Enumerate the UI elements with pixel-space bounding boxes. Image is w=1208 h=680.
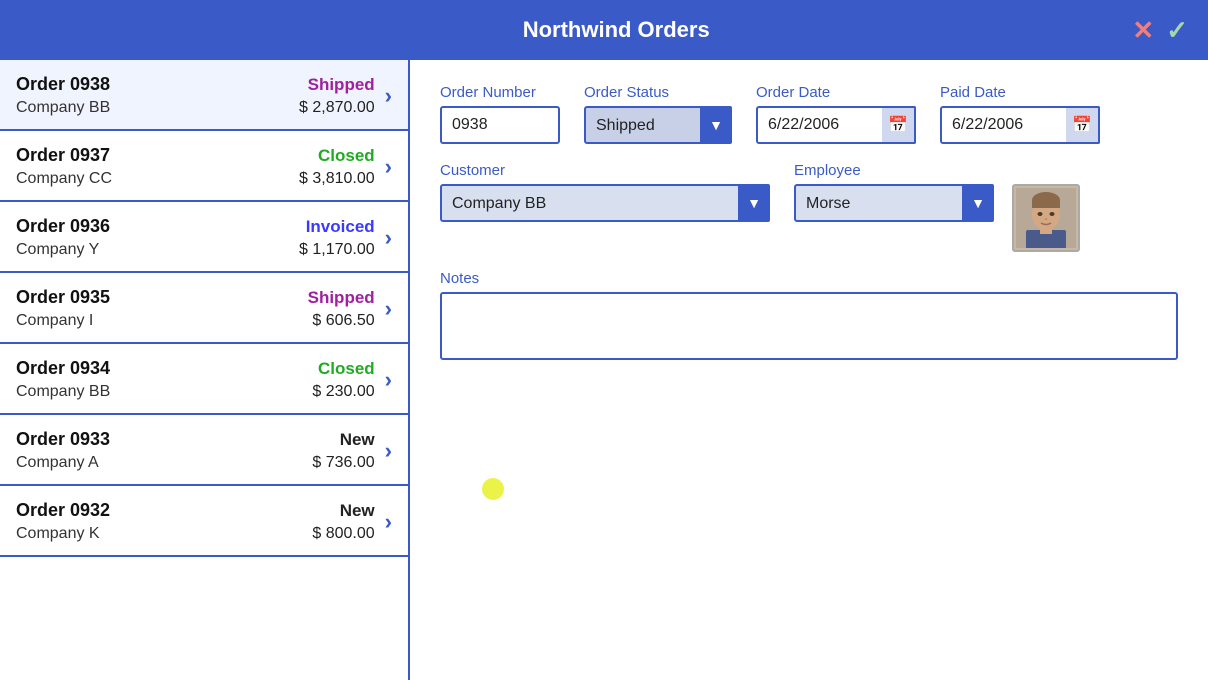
order-item-amount: $ 230.00 bbox=[312, 383, 374, 401]
order-list-item[interactable]: Order 0933 New Company A $ 736.00 › bbox=[0, 415, 408, 486]
order-list-item[interactable]: Order 0937 Closed Company CC $ 3,810.00 … bbox=[0, 131, 408, 202]
title-bar: Northwind Orders ✕ ✓ bbox=[0, 0, 1208, 60]
order-item-status: New bbox=[340, 430, 375, 450]
order-item-company: Company CC bbox=[16, 170, 112, 188]
order-item-amount: $ 606.50 bbox=[312, 312, 374, 330]
order-list: Order 0938 Shipped Company BB $ 2,870.00… bbox=[0, 60, 410, 680]
detail-panel: Order Number Order Status NewInvoicedShi… bbox=[410, 60, 1208, 680]
order-chevron-icon: › bbox=[385, 509, 392, 535]
order-item-info: Order 0936 Invoiced Company Y $ 1,170.00 bbox=[16, 216, 375, 259]
order-item-id: Order 0938 bbox=[16, 74, 110, 95]
customer-label: Customer bbox=[440, 162, 770, 179]
order-chevron-icon: › bbox=[385, 83, 392, 109]
detail-body bbox=[440, 378, 1178, 660]
order-item-status: Invoiced bbox=[306, 217, 375, 237]
order-date-label: Order Date bbox=[756, 84, 916, 101]
order-item-company: Company I bbox=[16, 312, 93, 330]
order-item-status: Closed bbox=[318, 359, 375, 379]
order-item-id: Order 0932 bbox=[16, 500, 110, 521]
order-item-company: Company BB bbox=[16, 383, 110, 401]
order-chevron-icon: › bbox=[385, 225, 392, 251]
employee-label: Employee bbox=[794, 162, 1080, 179]
order-date-calendar-icon[interactable]: 📅 bbox=[882, 106, 916, 144]
order-item-amount: $ 800.00 bbox=[312, 525, 374, 543]
order-chevron-icon: › bbox=[385, 296, 392, 322]
order-number-label: Order Number bbox=[440, 84, 560, 101]
notes-group: Notes bbox=[440, 270, 1178, 360]
order-list-item[interactable]: Order 0938 Shipped Company BB $ 2,870.00… bbox=[0, 60, 408, 131]
order-item-info: Order 0938 Shipped Company BB $ 2,870.00 bbox=[16, 74, 375, 117]
order-item-info: Order 0935 Shipped Company I $ 606.50 bbox=[16, 287, 375, 330]
app-window: Northwind Orders ✕ ✓ Order 0938 Shipped … bbox=[0, 0, 1208, 680]
employee-photo bbox=[1012, 184, 1080, 252]
order-status-select-wrapper: NewInvoicedShippedClosed ▼ bbox=[584, 106, 732, 144]
employee-select-wrapper: MorseSmithJones ▼ bbox=[794, 184, 994, 222]
order-item-info: Order 0937 Closed Company CC $ 3,810.00 bbox=[16, 145, 375, 188]
order-item-id: Order 0937 bbox=[16, 145, 110, 166]
order-date-group: Order Date 📅 bbox=[756, 84, 916, 144]
order-item-id: Order 0935 bbox=[16, 287, 110, 308]
title-bar-actions: ✕ ✓ bbox=[1132, 17, 1188, 43]
cursor-indicator bbox=[482, 478, 504, 500]
order-item-info: Order 0933 New Company A $ 736.00 bbox=[16, 429, 375, 472]
order-date-wrapper: 📅 bbox=[756, 106, 916, 144]
order-chevron-icon: › bbox=[385, 438, 392, 464]
form-row-top: Order Number Order Status NewInvoicedShi… bbox=[440, 84, 1178, 144]
app-title: Northwind Orders bbox=[100, 17, 1132, 43]
order-chevron-icon: › bbox=[385, 154, 392, 180]
paid-date-calendar-icon[interactable]: 📅 bbox=[1066, 106, 1100, 144]
order-item-amount: $ 736.00 bbox=[312, 454, 374, 472]
order-chevron-icon: › bbox=[385, 367, 392, 393]
order-list-item[interactable]: Order 0932 New Company K $ 800.00 › bbox=[0, 486, 408, 557]
order-status-label: Order Status bbox=[584, 84, 732, 101]
notes-input[interactable] bbox=[440, 292, 1178, 360]
order-item-id: Order 0933 bbox=[16, 429, 110, 450]
close-button[interactable]: ✕ bbox=[1132, 17, 1154, 43]
order-item-status: Closed bbox=[318, 146, 375, 166]
order-number-input[interactable] bbox=[440, 106, 560, 144]
paid-date-wrapper: 📅 bbox=[940, 106, 1100, 144]
employee-group: Employee MorseSmithJones ▼ bbox=[794, 162, 1080, 252]
order-item-amount: $ 2,870.00 bbox=[299, 99, 375, 117]
order-item-id: Order 0934 bbox=[16, 358, 110, 379]
customer-select-wrapper: Company ACompany BBCompany CCCompany ICo… bbox=[440, 184, 770, 222]
form-row-middle: Customer Company ACompany BBCompany CCCo… bbox=[440, 162, 1178, 252]
main-content: Order 0938 Shipped Company BB $ 2,870.00… bbox=[0, 60, 1208, 680]
order-item-status: New bbox=[340, 501, 375, 521]
order-list-item[interactable]: Order 0936 Invoiced Company Y $ 1,170.00… bbox=[0, 202, 408, 273]
order-item-status: Shipped bbox=[308, 288, 375, 308]
order-item-info: Order 0932 New Company K $ 800.00 bbox=[16, 500, 375, 543]
order-item-company: Company A bbox=[16, 454, 99, 472]
paid-date-label: Paid Date bbox=[940, 84, 1100, 101]
customer-select[interactable]: Company ACompany BBCompany CCCompany ICo… bbox=[440, 184, 770, 222]
order-item-info: Order 0934 Closed Company BB $ 230.00 bbox=[16, 358, 375, 401]
customer-group: Customer Company ACompany BBCompany CCCo… bbox=[440, 162, 770, 222]
order-number-group: Order Number bbox=[440, 84, 560, 144]
order-status-group: Order Status NewInvoicedShippedClosed ▼ bbox=[584, 84, 732, 144]
confirm-button[interactable]: ✓ bbox=[1166, 17, 1188, 43]
notes-label: Notes bbox=[440, 270, 1178, 287]
order-item-company: Company Y bbox=[16, 241, 99, 259]
order-item-status: Shipped bbox=[308, 75, 375, 95]
paid-date-group: Paid Date 📅 bbox=[940, 84, 1100, 144]
order-item-id: Order 0936 bbox=[16, 216, 110, 237]
form-row-notes: Notes bbox=[440, 270, 1178, 360]
order-list-item[interactable]: Order 0935 Shipped Company I $ 606.50 › bbox=[0, 273, 408, 344]
order-item-company: Company BB bbox=[16, 99, 110, 117]
order-item-amount: $ 3,810.00 bbox=[299, 170, 375, 188]
order-list-item[interactable]: Order 0934 Closed Company BB $ 230.00 › bbox=[0, 344, 408, 415]
order-item-company: Company K bbox=[16, 525, 100, 543]
order-item-amount: $ 1,170.00 bbox=[299, 241, 375, 259]
employee-select[interactable]: MorseSmithJones bbox=[794, 184, 994, 222]
order-status-select[interactable]: NewInvoicedShippedClosed bbox=[584, 106, 732, 144]
